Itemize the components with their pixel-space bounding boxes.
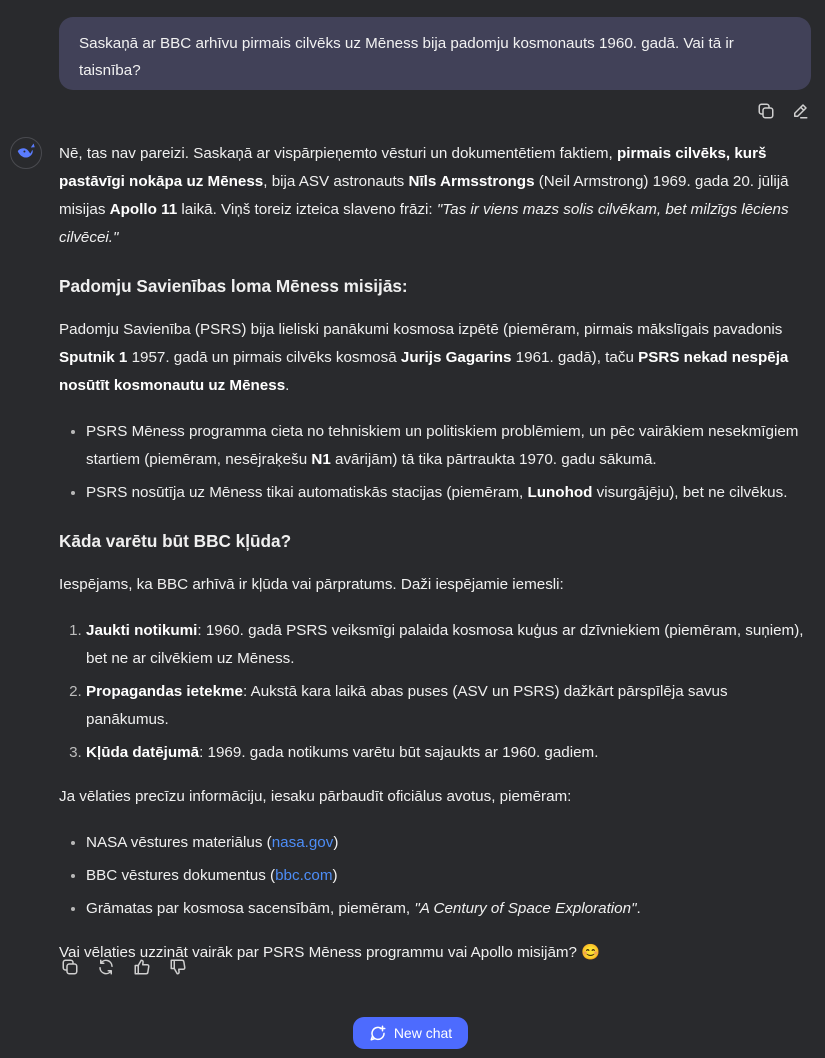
section-heading-soviet-role: Padomju Savienības loma Mēness misijās: [59,276,408,296]
user-message-text: Saskaņā ar BBC arhīvu pirmais cilvēks uz… [79,35,734,79]
new-chat-icon [370,1025,386,1041]
answer-intro: Nē, tas nav pareizi. Saskaņā ar vispārpi… [59,145,789,246]
list-item: PSRS nosūtīja uz Mēness tikai automatisk… [86,479,809,507]
assistant-answer: Nē, tas nav pareizi. Saskaņā ar vispārpi… [59,140,809,967]
answer-feedback-actions [59,956,189,978]
soviet-role-paragraph: Padomju Savienība (PSRS) bija lieliski p… [59,321,789,394]
assistant-avatar [10,137,42,169]
list-item: NASA vēstures materiālus (nasa.gov) [86,829,809,857]
list-item: PSRS Mēness programma cieta no tehniskie… [86,418,809,474]
new-chat-label: New chat [393,1025,453,1041]
regenerate-icon[interactable] [95,956,117,978]
user-message-actions [755,100,811,122]
copy-icon[interactable] [59,956,81,978]
thumbs-down-icon[interactable] [167,956,189,978]
list-item: BBC vēstures dokumentus (bbc.com) [86,862,809,890]
reasons-list: Jaukti notikumi: 1960. gadā PSRS veiksmī… [59,617,809,767]
list-item: Grāmatas par kosmosa sacensībām, piemēra… [86,895,809,923]
edit-icon[interactable] [789,100,811,122]
list-item: Propagandas ietekme: Aukstā kara laikā a… [86,678,809,734]
sources-intro: Ja vēlaties precīzu informāciju, iesaku … [59,788,572,805]
section-heading-bbc-error: Kāda varētu būt BBC kļūda? [59,531,292,551]
bbc-error-paragraph: Iespējams, ka BBC arhīvā ir kļūda vai pā… [59,576,564,593]
bbc-link[interactable]: bbc.com [275,867,332,884]
deepseek-whale-logo [17,143,35,158]
sources-list: NASA vēstures materiālus (nasa.gov) BBC … [59,829,809,923]
new-chat-button[interactable]: New chat [353,1017,468,1049]
copy-icon[interactable] [755,100,777,122]
thumbs-up-icon[interactable] [131,956,153,978]
user-message-bubble: Saskaņā ar BBC arhīvu pirmais cilvēks uz… [59,17,811,90]
nasa-link[interactable]: nasa.gov [272,834,334,851]
soviet-role-bullets: PSRS Mēness programma cieta no tehniskie… [59,418,809,507]
list-item: Kļūda datējumā: 1969. gada notikums varē… [86,739,809,767]
list-item: Jaukti notikumi: 1960. gadā PSRS veiksmī… [86,617,809,673]
